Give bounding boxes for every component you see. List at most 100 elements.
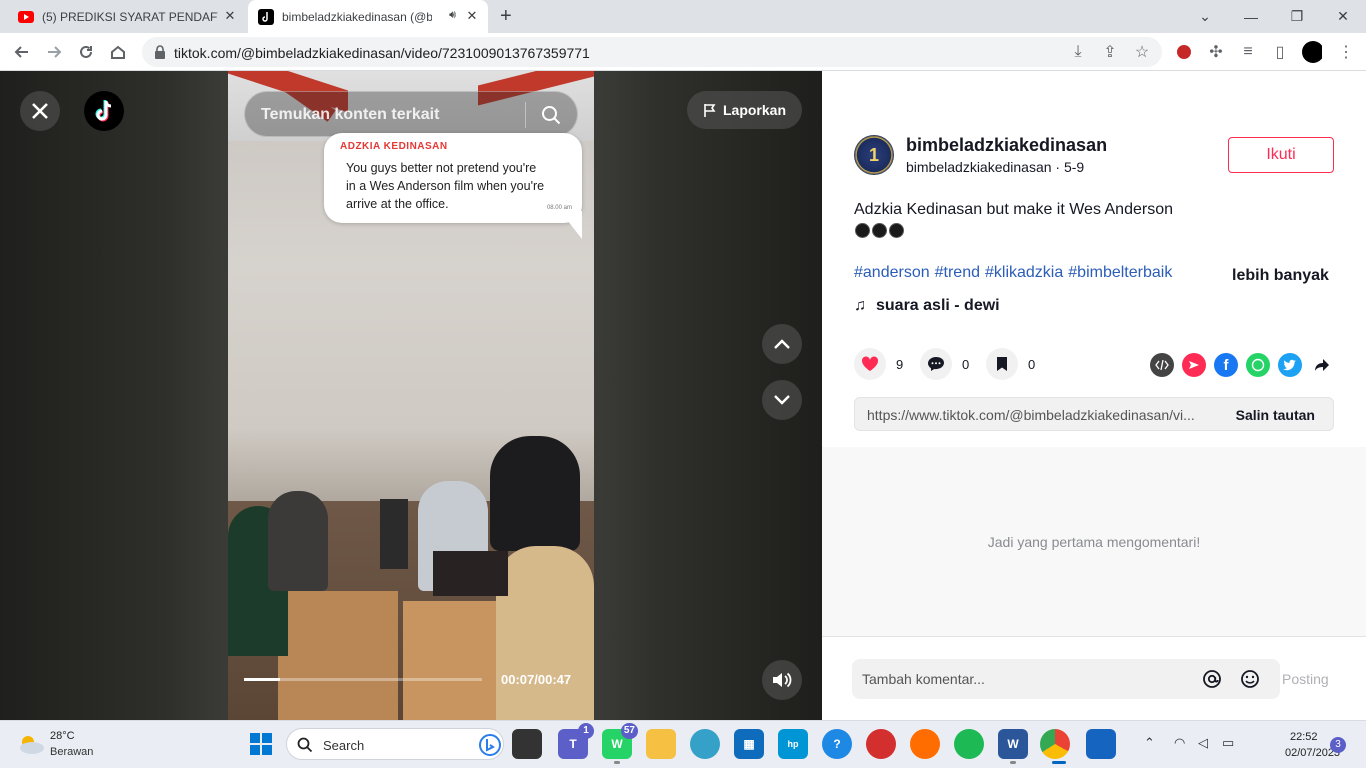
clock-time[interactable]: 22:52 [1290,731,1318,743]
address-bar[interactable]: tiktok.com/@bimbeladzkiakedinasan/video/… [142,37,1162,67]
emoji-icon[interactable] [1240,669,1260,689]
file-explorer-icon[interactable] [646,729,676,759]
start-button[interactable] [246,729,276,759]
author-avatar[interactable]: 1 [854,135,894,175]
whatsapp-badge: 57 [620,723,638,739]
video-person [268,491,328,591]
reload-button[interactable] [72,38,100,66]
hashtag-link[interactable]: #bimbelterbaik [1068,264,1172,282]
reload-icon [80,45,92,58]
volume-icon[interactable]: ◁ [1198,735,1208,751]
tiktok-logo[interactable] [84,91,124,131]
volume-button[interactable] [762,660,802,700]
help-icon[interactable]: ? [822,729,852,759]
save-button[interactable] [986,348,1018,380]
wifi-icon[interactable]: ◠ [1174,735,1185,751]
browser-toolbar: tiktok.com/@bimbeladzkiakedinasan/video/… [0,33,1366,71]
author-name[interactable]: bimbeladzkiakedinasan [906,135,1107,156]
mention-icon[interactable] [1202,669,1222,689]
embed-code-icon[interactable] [1150,353,1174,377]
tab-youtube[interactable]: (5) PREDIKSI SYARAT PENDAFTAR ✕ [8,0,246,33]
new-tab-button[interactable]: + [500,6,520,26]
minimize-button[interactable]: — [1228,0,1274,33]
send-to-friends-icon[interactable] [1182,353,1206,377]
close-window-button[interactable]: ✕ [1320,0,1366,33]
heart-icon [861,356,879,371]
comment-stat[interactable]: 0 [920,348,969,380]
close-tab-icon[interactable]: ✕ [222,8,238,24]
word-icon[interactable]: W [998,729,1028,759]
post-comment-button[interactable]: Posting [1282,671,1329,687]
hashtag-link[interactable]: #anderson [854,264,930,282]
myhp-icon[interactable]: hp [778,729,808,759]
comment-button[interactable] [920,348,952,380]
music-link[interactable]: ♫ suara asli - dewi [854,297,1000,315]
back-button[interactable] [8,38,36,66]
spotify-icon[interactable] [954,729,984,759]
game-app-icon[interactable] [866,729,896,759]
next-video-button[interactable] [762,380,802,420]
firefox-icon[interactable] [910,729,940,759]
teams-icon[interactable]: T1 [558,723,594,759]
microsoft-store-icon[interactable]: ▦ [734,729,764,759]
previous-video-button[interactable] [762,324,802,364]
weather-cloud-icon[interactable] [16,733,46,755]
video-player[interactable]: Temukan konten terkait ADZKIA KEDINASAN … [0,71,822,720]
notification-badge[interactable]: 3 [1330,737,1346,753]
hashtag-link[interactable]: #trend [935,264,980,282]
extension-red-icon[interactable] [1174,42,1194,62]
video-person [496,546,594,720]
search-icon[interactable] [541,105,561,125]
restore-button[interactable]: ❐ [1274,0,1320,33]
show-more-link[interactable]: lebih banyak [1232,267,1329,285]
video-progress-bar[interactable] [244,678,482,681]
profile-avatar[interactable] [1302,41,1322,63]
browser-menu-icon[interactable]: ⋮ [1336,42,1356,62]
forward-arrow-icon [48,46,62,58]
side-panel-icon[interactable]: ▯ [1270,42,1290,62]
weather-description[interactable]: Berawan [50,746,93,758]
extensions-puzzle-icon[interactable]: ✣ [1206,42,1226,62]
whatsapp-app-icon[interactable]: W 57 [602,723,638,759]
black-circle-emoji-icon [872,223,887,238]
battery-icon[interactable]: ▭ [1222,735,1234,751]
bubble-sender: ADZKIA KEDINASAN [340,141,448,152]
tab-search-icon[interactable]: ⌄ [1182,0,1228,33]
audio-playing-icon[interactable]: 🔊︎ [449,9,456,22]
show-hidden-icons[interactable]: ⌃ [1144,735,1155,751]
like-stat[interactable]: 9 [854,348,903,380]
install-app-icon[interactable]: ⤓ [1068,42,1088,62]
comments-list: Jadi yang pertama mengomentari! [822,447,1366,637]
home-button[interactable] [104,38,132,66]
black-circle-emoji-icon [889,223,904,238]
edge-browser-icon[interactable] [690,729,720,759]
save-stat[interactable]: 0 [986,348,1035,380]
related-search-input[interactable]: Temukan konten terkait [244,91,578,137]
bookmark-star-icon[interactable]: ☆ [1132,42,1152,62]
chrome-icon[interactable] [1040,729,1070,759]
close-tab-icon[interactable]: ✕ [464,8,480,24]
like-button[interactable] [854,348,886,380]
photos-icon[interactable] [1086,729,1116,759]
taskbar-search[interactable]: Search [286,728,504,760]
bubble-message: You guys better not pretend you're in a … [346,161,545,211]
video-caption: Adzkia Kedinasan but make it Wes Anderso… [854,201,1173,218]
follow-button[interactable]: Ikuti [1228,137,1334,173]
facebook-icon[interactable]: f [1214,353,1238,377]
share-page-icon[interactable]: ⇪ [1100,42,1120,62]
twitter-icon[interactable] [1278,353,1302,377]
task-view-icon[interactable] [512,729,542,759]
copy-link-button[interactable]: Salin tautan [1236,407,1315,423]
video-link-text[interactable]: https://www.tiktok.com/@bimbeladzkiakedi… [867,407,1207,423]
report-button[interactable]: Laporkan [687,91,802,129]
close-video-button[interactable] [20,91,60,131]
more-share-icon[interactable] [1310,353,1334,377]
hashtag-link[interactable]: #klikadzkia [985,264,1063,282]
weather-temperature[interactable]: 28°C [50,730,75,742]
whatsapp-icon[interactable] [1246,353,1270,377]
media-control-icon[interactable]: ≡ [1238,42,1258,62]
video-details-panel: 1 bimbeladzkiakedinasan bimbeladzkiakedi… [822,71,1366,720]
tab-tiktok[interactable]: bimbeladzkiakedinasan (@bim 🔊︎ ✕ [248,0,488,33]
forward-button[interactable] [40,38,68,66]
comment-input[interactable]: Tambah komentar... [852,659,1280,699]
